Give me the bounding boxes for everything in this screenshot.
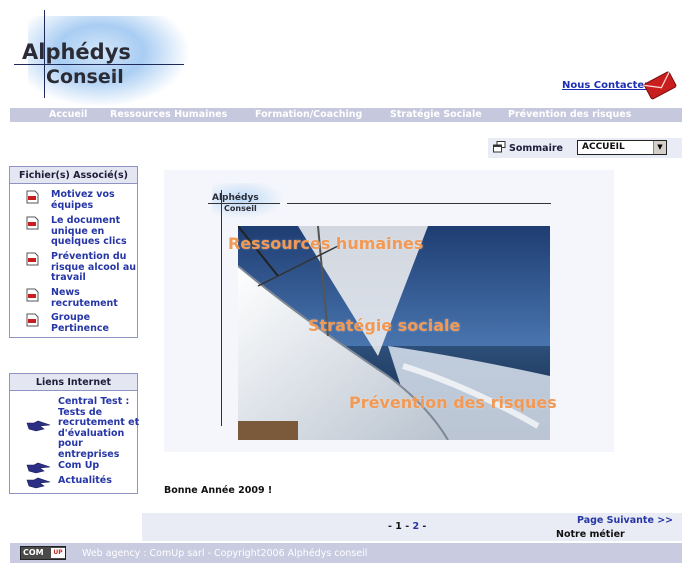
pager-prefix: - bbox=[388, 521, 392, 532]
file-item-label[interactable]: Motivez vos équipes bbox=[51, 189, 143, 211]
nav-item-strategie-sociale[interactable]: Stratégie Sociale bbox=[390, 109, 482, 120]
nav-item-formation-coaching[interactable]: Formation/Coaching bbox=[255, 109, 362, 120]
pdf-icon bbox=[26, 190, 39, 204]
overlay-ressources-humaines: Ressources humaines bbox=[228, 234, 424, 253]
mail-envelope-icon[interactable] bbox=[642, 70, 678, 100]
link-item-label[interactable]: Actualités bbox=[58, 475, 144, 487]
nav-item-ressources-humaines[interactable]: Ressources Humaines bbox=[110, 109, 227, 120]
footer-copyright: Web agency : ComUp sarl - Copyright2006 … bbox=[82, 548, 368, 559]
pdf-icon bbox=[26, 252, 39, 266]
page-2-link[interactable]: 2 bbox=[412, 521, 419, 532]
logo-horizontal-line bbox=[14, 64, 184, 65]
file-item[interactable]: Groupe Pertinence bbox=[26, 312, 144, 335]
link-item[interactable]: Com Up bbox=[26, 460, 144, 475]
pdf-icon bbox=[26, 313, 39, 327]
contact-link[interactable]: Nous Contacter bbox=[562, 80, 649, 91]
chevron-down-icon[interactable]: ▼ bbox=[653, 141, 666, 154]
nav-item-prevention-risques[interactable]: Prévention des risques bbox=[508, 109, 631, 120]
file-item-label[interactable]: Le document unique en quelques clics bbox=[51, 215, 143, 248]
comup-logo[interactable]: COM UP bbox=[20, 546, 66, 560]
links-box-title: Liens Internet bbox=[10, 374, 137, 391]
file-item[interactable]: News recrutement bbox=[26, 287, 144, 310]
pager-suffix: - bbox=[422, 521, 427, 532]
comup-logo-right: UP bbox=[51, 548, 65, 558]
file-item-label[interactable]: Groupe Pertinence bbox=[51, 312, 143, 334]
pager-separator: - bbox=[405, 521, 410, 532]
windows-icon bbox=[493, 141, 506, 153]
file-item[interactable]: Prévention du risque alcool au travail bbox=[26, 251, 144, 286]
link-item-label[interactable]: Central Test : Tests de recrutement et d… bbox=[58, 396, 144, 460]
inner-logo-text-line2: Conseil bbox=[224, 204, 257, 213]
links-box: Liens Internet Central Test : Tests de r… bbox=[9, 373, 139, 494]
logo-text-line2: Conseil bbox=[46, 66, 124, 88]
file-item-label[interactable]: News recrutement bbox=[51, 287, 143, 309]
file-item-label[interactable]: Prévention du risque alcool au travail bbox=[51, 251, 143, 284]
pdf-icon bbox=[26, 216, 39, 230]
link-item-label[interactable]: Com Up bbox=[58, 460, 144, 472]
sommaire-select[interactable]: ACCUEIL ▼ bbox=[577, 140, 667, 155]
logo-text-line1: Alphédys bbox=[22, 40, 131, 64]
pointing-hand-icon bbox=[26, 462, 51, 474]
pagination: - 1 - 2 - bbox=[388, 521, 426, 532]
nav-item-accueil[interactable]: Accueil bbox=[49, 109, 87, 120]
link-item[interactable]: Central Test : Tests de recrutement et d… bbox=[26, 396, 144, 460]
pointing-hand-icon bbox=[26, 477, 51, 489]
files-box: Fichier(s) Associé(s) Motivez vos équipe… bbox=[9, 166, 138, 338]
greeting-text: Bonne Année 2009 ! bbox=[164, 485, 273, 496]
files-box-title: Fichier(s) Associé(s) bbox=[10, 167, 137, 184]
next-section-label: Notre métier bbox=[556, 529, 625, 540]
sailboat-photo: Ressources humaines Stratégie sociale Pr… bbox=[228, 225, 557, 441]
sommaire-label: Sommaire bbox=[509, 143, 563, 154]
inner-horizontal-line bbox=[287, 203, 551, 204]
next-page-link[interactable]: Page Suivante >> bbox=[577, 515, 673, 526]
file-item[interactable]: Le document unique en quelques clics bbox=[26, 215, 144, 250]
pdf-icon bbox=[26, 288, 39, 302]
overlay-strategie-sociale: Stratégie sociale bbox=[308, 316, 461, 335]
file-item[interactable]: Motivez vos équipes bbox=[26, 189, 144, 212]
top-navigation: Accueil Ressources Humaines Formation/Co… bbox=[10, 108, 682, 122]
overlay-prevention-risques: Prévention des risques bbox=[349, 393, 557, 412]
pointing-hand-icon bbox=[26, 420, 51, 432]
inner-logo-text-line1: Alphédys bbox=[212, 193, 259, 203]
page-1-current: 1 bbox=[395, 521, 402, 532]
comup-logo-left: COM bbox=[23, 548, 44, 557]
sommaire-selected-value: ACCUEIL bbox=[582, 142, 625, 152]
link-item[interactable]: Actualités bbox=[26, 475, 144, 490]
inner-vertical-line bbox=[221, 190, 222, 426]
